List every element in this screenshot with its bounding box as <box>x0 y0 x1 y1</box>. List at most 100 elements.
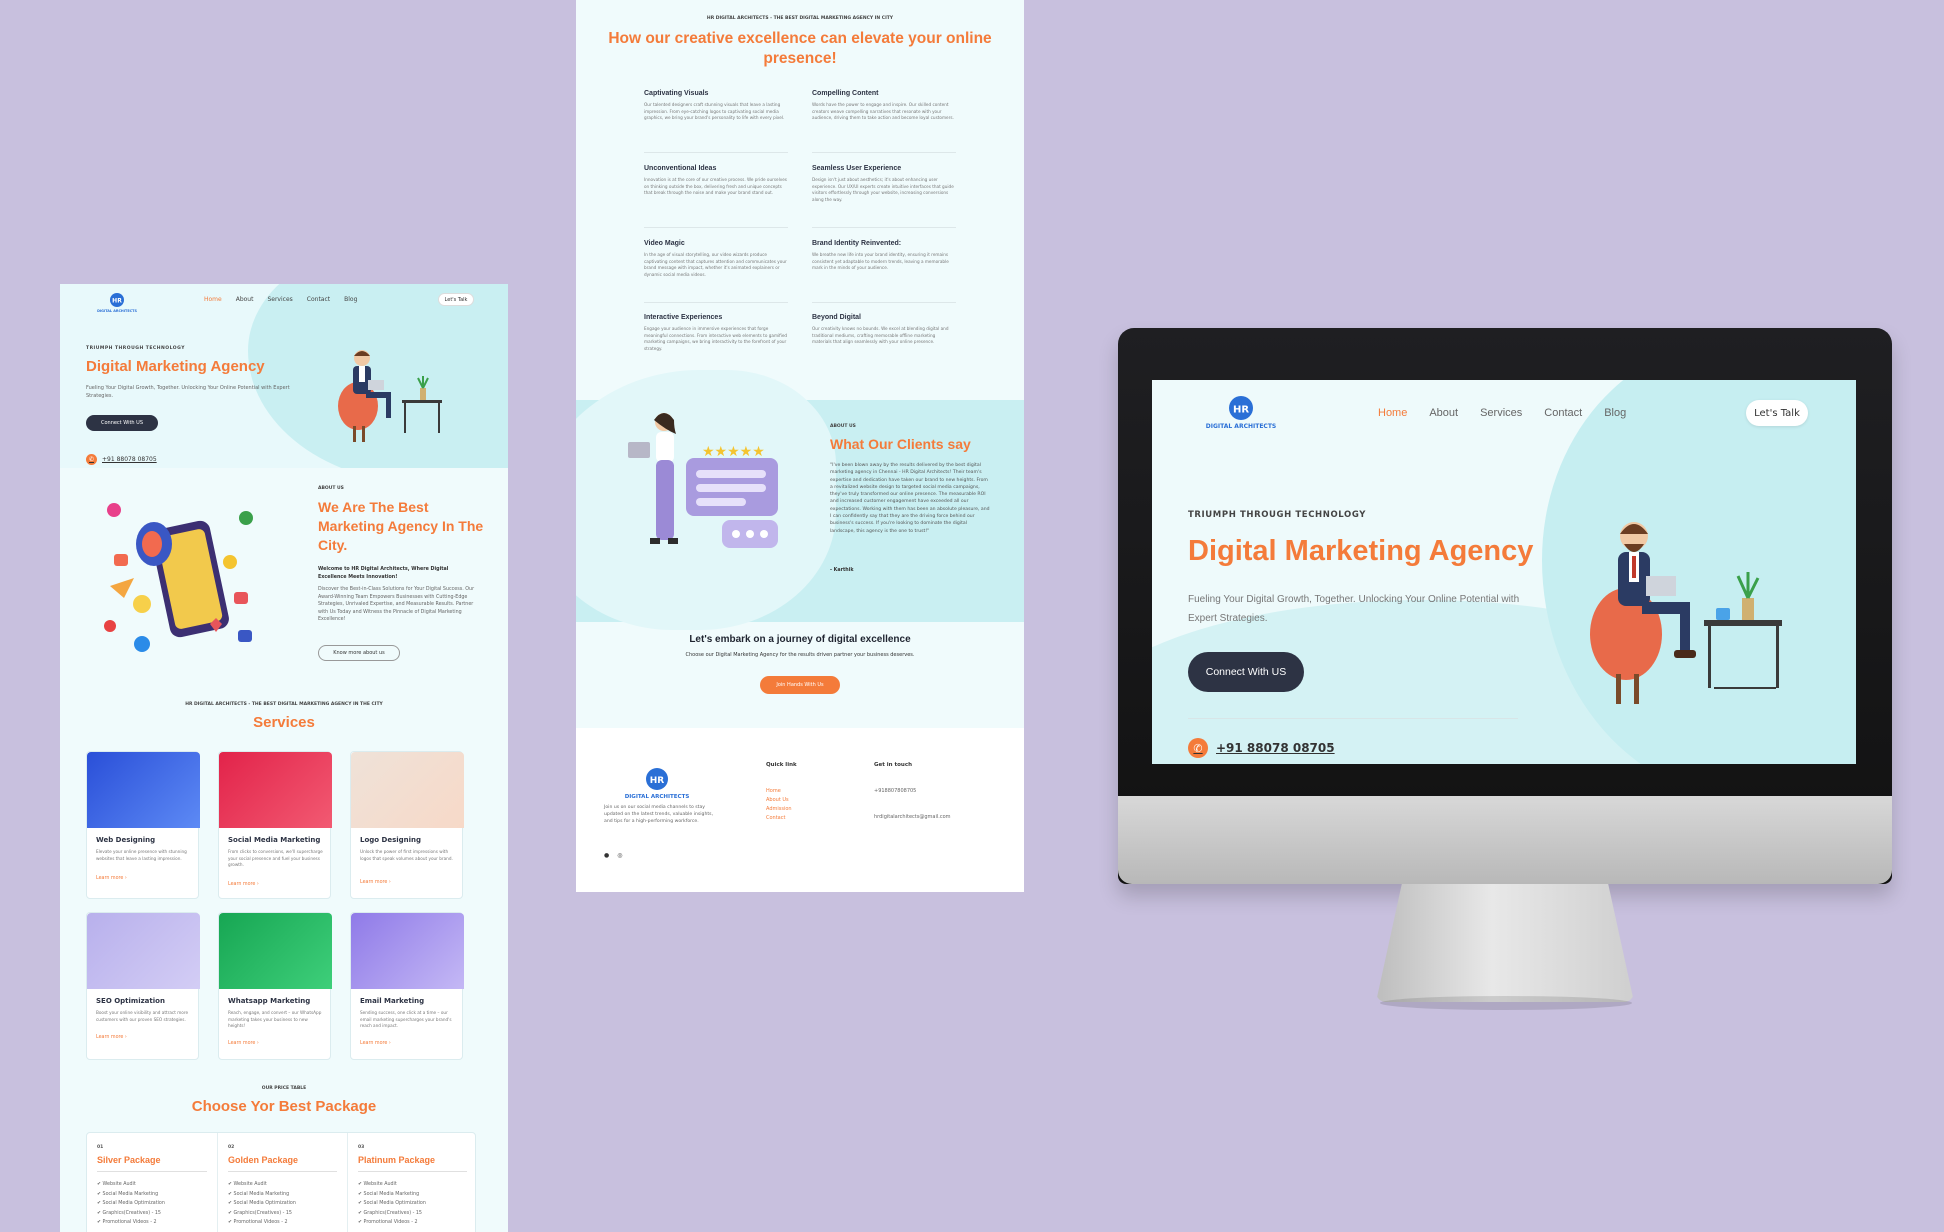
plan-platinum[interactable]: 03 Platinum Package ✔ Website Audit ✔ So… <box>347 1133 477 1232</box>
learn-more-link[interactable]: Learn more › <box>96 876 127 881</box>
plan-name: Golden Package <box>228 1155 299 1165</box>
service-card-whatsapp[interactable]: Whatsapp Marketing Reach, engage, and co… <box>218 912 332 1060</box>
feature-item: Brand Identity Reinvented: We breathe ne… <box>812 240 956 272</box>
learn-more-link[interactable]: Learn more › <box>228 1041 259 1046</box>
phone-number: +91 88078 08705 <box>102 456 157 463</box>
screen-nav-contact[interactable]: Contact <box>1544 407 1582 419</box>
service-name: Social Media Marketing <box>228 836 321 844</box>
footer-logo-caption: DIGITAL ARCHITECTS <box>625 794 690 800</box>
feature-item: Compelling Content Words have the power … <box>812 90 956 122</box>
monitor-screen: HR DIGITAL ARCHITECTS Home About Service… <box>1152 380 1856 764</box>
social-links: ● ◎ <box>604 852 623 859</box>
logo-designing-image <box>351 752 464 828</box>
learn-more-link[interactable]: Learn more › <box>360 880 391 885</box>
footer-logo-mark: HR <box>650 776 665 786</box>
screen-phone-link[interactable]: ✆ +91 88078 08705 <box>1188 738 1335 758</box>
feature-divider <box>812 302 956 303</box>
feature-name: Captivating Visuals <box>644 90 709 97</box>
service-card-logo-designing[interactable]: Logo Designing Unlock the power of first… <box>350 751 464 899</box>
hero-title: Digital Marketing Agency <box>86 358 265 375</box>
join-hands-button[interactable]: Join Hands With Us <box>760 676 840 694</box>
phone-icon: ✆ <box>1188 738 1208 758</box>
service-card-email[interactable]: Email Marketing Sending success, one cli… <box>350 912 464 1060</box>
feature-name: Interactive Experiences <box>644 314 723 321</box>
pricing-title: Choose Yor Best Package <box>191 1098 377 1115</box>
feature-name: Seamless User Experience <box>812 165 902 172</box>
facebook-icon[interactable]: ● <box>604 852 609 859</box>
connect-button[interactable]: Connect With US <box>86 415 158 431</box>
learn-more-link[interactable]: Learn more › <box>360 1041 391 1046</box>
get-in-touch-title: Get in touch <box>874 762 913 768</box>
plan-feature: ✔ Website Audit <box>358 1182 397 1187</box>
feature-item: Unconventional Ideas Innovation is at th… <box>644 165 788 197</box>
monitor-chin <box>1118 796 1892 884</box>
plan-feature: ✔ Social Media Marketing <box>228 1191 290 1197</box>
screen-nav-services[interactable]: Services <box>1480 407 1522 419</box>
service-card-social-media[interactable]: Social Media Marketing From clicks to co… <box>218 751 332 899</box>
screen-divider <box>1188 718 1518 719</box>
footer-logo[interactable]: HR DIGITAL ARCHITECTS <box>620 766 694 802</box>
service-name: Whatsapp Marketing <box>228 997 311 1005</box>
nav-item-services[interactable]: Services <box>267 296 292 303</box>
footer-email[interactable]: hrdigitalarchitects@gmail.com <box>874 814 951 820</box>
footer-link-contact[interactable]: Contact <box>766 815 785 821</box>
plan-golden[interactable]: 02 Golden Package ✔ Website Audit ✔ Soci… <box>217 1133 347 1232</box>
footer-link-home[interactable]: Home <box>766 788 781 794</box>
learn-more-link[interactable]: Learn more › <box>96 1035 127 1040</box>
footer-phone[interactable]: +918807808705 <box>874 788 916 794</box>
screen-businessman-illustration <box>1590 522 1782 704</box>
footer-link-about[interactable]: About Us <box>766 797 789 803</box>
nav-item-blog[interactable]: Blog <box>344 296 357 303</box>
svg-text:★★★★★: ★★★★★ <box>702 444 765 460</box>
about-kicker: ABOUT US <box>318 486 344 491</box>
service-card-web-designing[interactable]: Web Designing Elevate your online presen… <box>86 751 200 899</box>
screen-nav-about[interactable]: About <box>1429 407 1458 419</box>
nav-item-contact[interactable]: Contact <box>307 296 330 303</box>
feature-desc: Design isn't just about aesthetics; it's… <box>812 177 954 202</box>
services-title: Services <box>253 714 315 731</box>
plan-feature: ✔ Social Media Optimization <box>97 1201 165 1206</box>
pricing-table: 01 Silver Package ✔ Website Audit ✔ Soci… <box>86 1132 476 1232</box>
know-more-button[interactable]: Know more about us <box>318 645 400 661</box>
service-card-seo[interactable]: SEO Optimization Boost your online visib… <box>86 912 200 1060</box>
feature-desc: Our talented designers craft stunning vi… <box>644 102 785 121</box>
plan-number: 02 <box>228 1145 235 1150</box>
feature-desc: Our creativity knows no bounds. We excel… <box>812 326 949 345</box>
plan-name: Platinum Package <box>358 1155 436 1165</box>
nav-menu: Home About Services Contact Blog <box>204 296 357 303</box>
plan-feature: ✔ Social Media Marketing <box>358 1191 420 1197</box>
nav-item-about[interactable]: About <box>236 296 254 303</box>
nav-item-home[interactable]: Home <box>204 296 222 303</box>
plan-feature: ✔ Graphics(Creatives) - 15 <box>97 1210 161 1216</box>
screen-nav-home[interactable]: Home <box>1378 407 1407 419</box>
plan-divider <box>228 1171 337 1172</box>
lets-talk-button[interactable]: Let's Talk <box>438 293 474 306</box>
instagram-icon[interactable]: ◎ <box>617 852 622 859</box>
excellence-kicker: HR DIGITAL ARCHITECTS - THE BEST DIGITAL… <box>706 16 894 21</box>
web-designing-image <box>87 752 200 828</box>
screen-nav-blog[interactable]: Blog <box>1604 407 1626 419</box>
screen-connect-button[interactable]: Connect With US <box>1188 652 1304 692</box>
excellence-title: How our creative excellence can elevate … <box>608 30 992 67</box>
feature-divider <box>812 152 956 153</box>
clients-kicker: ABOUT US <box>830 424 856 429</box>
screen-phone-number: +91 88078 08705 <box>1216 741 1335 755</box>
screen-nav-menu: Home About Services Contact Blog <box>1378 407 1626 419</box>
email-image <box>351 913 464 989</box>
feature-desc: In the age of visual storytelling, our v… <box>644 252 787 277</box>
plan-silver[interactable]: 01 Silver Package ✔ Website Audit ✔ Soci… <box>87 1133 217 1232</box>
learn-more-link[interactable]: Learn more › <box>228 882 259 887</box>
feature-desc: Innovation is at the core of our creativ… <box>644 177 787 196</box>
testimonial-quote: "I've been blown away by the results del… <box>830 463 990 534</box>
screen-logo-caption: DIGITAL ARCHITECTS <box>1206 423 1276 430</box>
feature-desc: Engage your audience in immersive experi… <box>644 326 788 351</box>
logo-mark: HR <box>112 298 122 305</box>
feature-desc: We breathe new life into your brand iden… <box>812 252 949 271</box>
screen-lets-talk-button[interactable]: Let's Talk <box>1746 400 1808 426</box>
feature-name: Unconventional Ideas <box>644 165 717 172</box>
logo[interactable]: HR DIGITAL ARCHITECTS <box>94 292 140 314</box>
footer-link-admission[interactable]: Admission <box>766 806 792 812</box>
screen-logo[interactable]: HR DIGITAL ARCHITECTS <box>1204 394 1278 432</box>
plan-feature: ✔ Promotional Videos - 2 <box>228 1220 288 1225</box>
phone-link[interactable]: ✆ +91 88078 08705 <box>86 454 157 465</box>
